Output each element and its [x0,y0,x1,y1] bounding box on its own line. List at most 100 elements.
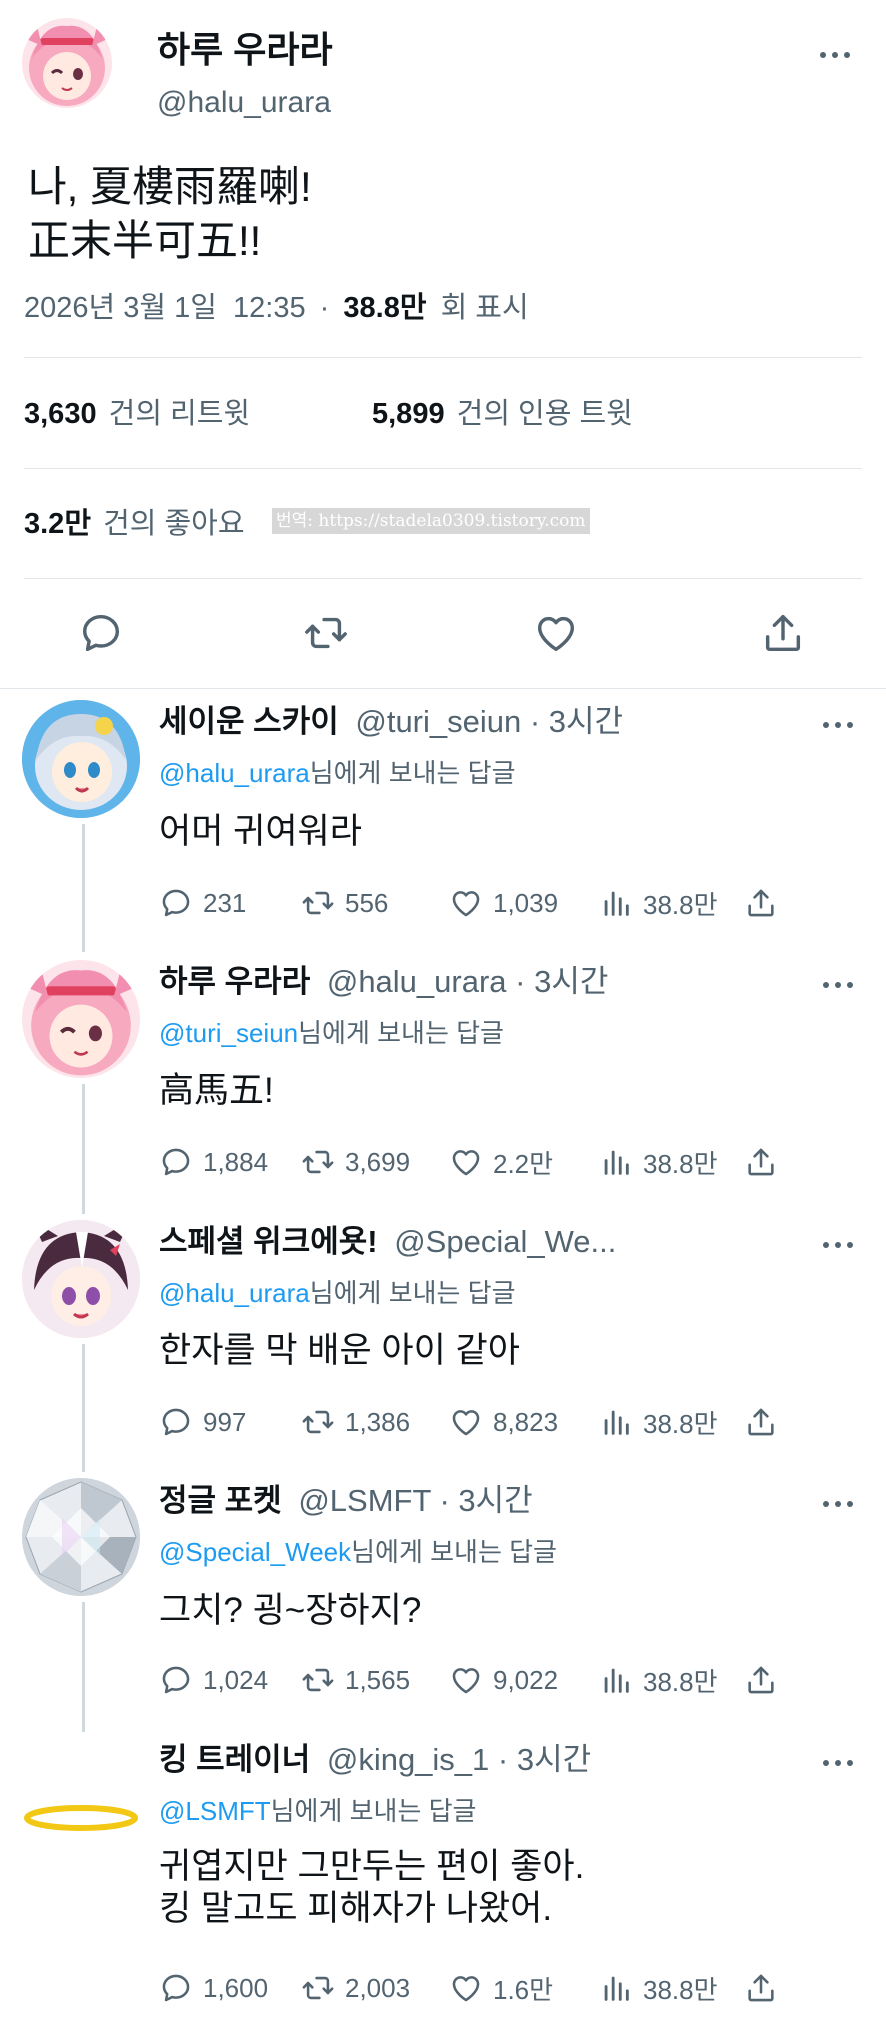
reply-actions: 1,024 1,565 9,022 38.8만 [159,1660,799,1700]
avatar[interactable] [22,700,140,818]
reply-header[interactable]: 정글 포켓 @LSMFT · 3시간 [159,1481,533,1521]
reply-display-name: 정글 포켓 [159,1483,282,1518]
share-button[interactable] [744,883,788,923]
more-icon[interactable] [820,50,852,60]
avatar[interactable] [22,18,112,108]
reply-icon [162,1666,190,1694]
retweet-button[interactable]: 1,386 [301,1402,410,1442]
reply-button[interactable]: 1,884 [159,1142,268,1182]
reply-count: 997 [203,1406,247,1437]
like-button[interactable]: 2.2만 [449,1142,553,1182]
reply-display-name: 킹 트레이너 [159,1742,311,1777]
replying-to: @LSMFT님에게 보내는 답글 [159,1794,476,1828]
views-button[interactable]: 38.8만 [599,1660,718,1700]
views-icon [604,1410,629,1435]
more-icon[interactable] [823,1240,855,1250]
reply-button[interactable]: 231 [159,883,246,923]
views-button[interactable]: 38.8만 [599,1968,718,2008]
share-button[interactable] [744,1968,788,2008]
retweet-button[interactable]: 556 [301,883,388,923]
reply-to-handle[interactable]: @Special_Week [159,1537,351,1567]
reply-display-name: 하루 우라라 [159,964,311,999]
reply-count: 1,024 [203,1664,269,1695]
like-button[interactable]: 9,022 [449,1660,558,1700]
avatar[interactable] [22,1220,140,1338]
reply-meta: @turi_seiun · 3시간 [355,704,624,739]
thread-line [82,824,85,952]
main-handle[interactable]: @halu_urara [157,84,331,122]
more-icon[interactable] [823,1499,855,1509]
reply-count: 231 [203,887,247,918]
reply-header[interactable]: 킹 트레이너 @king_is_1 · 3시간 [159,1740,591,1780]
likes-count: 3.2만 [24,508,91,540]
avatar[interactable] [22,1738,140,1856]
views-count: 38.8만 [643,889,718,920]
retweet-button[interactable] [303,610,349,656]
reply-button[interactable]: 1,600 [159,1968,268,2008]
like-icon [452,1976,480,2002]
reply-icon [162,1408,190,1436]
quotes-label: 건의 인용 트윗 [456,398,633,430]
reply-to-handle[interactable]: @turi_seiun [159,1018,298,1048]
replying-to: @turi_seiun님에게 보내는 답글 [159,1016,504,1050]
reply-to-handle[interactable]: @LSMFT [159,1796,271,1826]
reply-meta: @king_is_1 · 3시간 [326,1742,592,1777]
retweets-count: 3,630 [24,398,97,430]
more-icon[interactable] [823,980,855,990]
share-button[interactable] [744,1660,788,1700]
reply-icon [162,889,190,917]
share-icon [748,1974,774,2002]
reply-text: 어머 귀여워라 [159,812,362,851]
reply-header[interactable]: 세이운 스카이 @turi_seiun · 3시간 [159,702,623,742]
retweet-count: 1,386 [345,1406,411,1437]
retweet-count: 556 [345,887,389,918]
views-icon [604,1150,629,1175]
reply-actions: 997 1,386 8,823 38.8만 [159,1402,799,1442]
reply-display-name: 스페셜 위크에욧! [159,1224,378,1259]
reply-header[interactable]: 스페셜 위크에욧! @Special_We... [159,1222,616,1262]
retweet-count: 3,699 [345,1146,411,1177]
share-button[interactable] [744,1142,788,1182]
avatar[interactable] [22,1478,140,1596]
share-button[interactable] [744,1402,788,1442]
more-icon[interactable] [823,1758,855,1768]
divider [24,468,862,469]
more-icon[interactable] [823,720,855,730]
reply-header[interactable]: 하루 우라라 @halu_urara · 3시간 [159,962,608,1002]
reply-button[interactable]: 1,024 [159,1660,268,1700]
like-button[interactable] [533,610,579,656]
retweet-button[interactable]: 2,003 [301,1968,410,2008]
reply-button[interactable] [78,610,124,656]
reply-to-handle[interactable]: @halu_urara [159,758,310,788]
share-button[interactable] [760,610,806,656]
reply-icon [82,614,120,652]
likes-stat[interactable]: 3.2만 건의 좋아요 [24,506,245,542]
replying-to: @halu_urara님에게 보내는 답글 [159,1276,516,1310]
retweet-button[interactable]: 3,699 [301,1142,410,1182]
reply-button[interactable]: 997 [159,1402,246,1442]
like-button[interactable]: 1.6만 [449,1968,553,2008]
tweet-timestamp[interactable]: 2026년 3월 1일 12:35 · 38.8만 회 표시 [24,290,529,326]
main-tweet-text-line1: 나, 夏樓雨羅喇! [28,163,312,210]
reply-text: 한자를 막 배운 아이 같아 [159,1331,520,1370]
like-button[interactable]: 1,039 [449,883,558,923]
views-button[interactable]: 38.8만 [599,883,718,923]
views-button[interactable]: 38.8만 [599,1402,718,1442]
retweet-count: 2,003 [345,1972,411,2003]
views-icon [604,891,629,916]
reply-to-handle[interactable]: @halu_urara [159,1278,310,1308]
views-button[interactable]: 38.8만 [599,1142,718,1182]
share-icon [765,614,801,652]
views-count: 38.8만 [643,1666,718,1697]
reply-actions: 231 556 1,039 38.8만 [159,883,799,923]
main-display-name[interactable]: 하루 우라라 [157,28,333,72]
retweets-stat[interactable]: 3,630 건의 리트윗 [24,396,250,432]
quotes-stat[interactable]: 5,899 건의 인용 트윗 [372,396,633,432]
reply-meta: @halu_urara · 3시간 [326,964,609,999]
like-button[interactable]: 8,823 [449,1402,558,1442]
retweet-icon [302,1410,334,1434]
retweet-button[interactable]: 1,565 [301,1660,410,1700]
reply-display-name: 세이운 스카이 [159,704,339,739]
avatar[interactable] [22,960,140,1078]
retweet-icon [302,1150,334,1174]
